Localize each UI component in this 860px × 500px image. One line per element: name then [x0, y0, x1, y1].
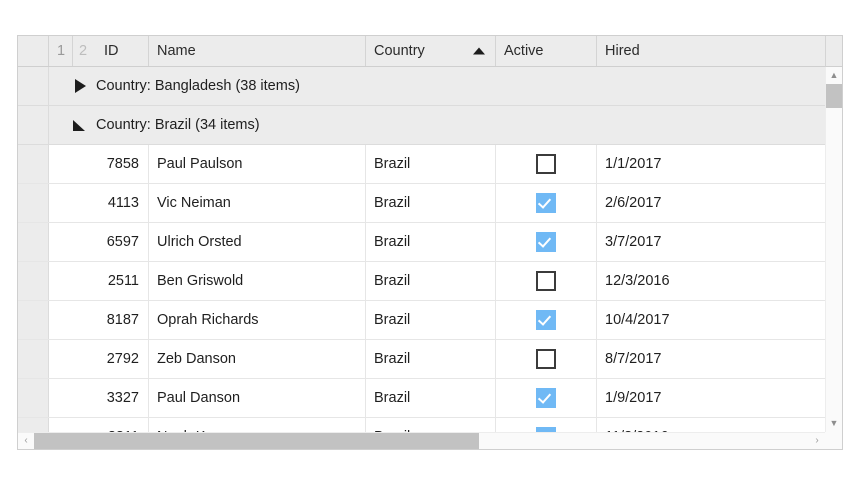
sort-ascending-icon — [473, 47, 485, 55]
cell-active[interactable] — [496, 145, 597, 183]
cell-active[interactable] — [496, 340, 597, 378]
horizontal-scrollbar-thumb[interactable] — [34, 433, 479, 449]
header-scrollbar-cap — [825, 36, 842, 67]
cell-id: 7858 — [96, 145, 149, 183]
cell-id: 2792 — [96, 340, 149, 378]
checkbox-unchecked-icon[interactable] — [536, 154, 556, 174]
group-row[interactable]: Country: Brazil (34 items) — [18, 106, 842, 145]
header-column-id[interactable]: ID — [96, 36, 149, 66]
row-group-indent — [49, 223, 96, 261]
vertical-scrollbar-thumb[interactable] — [826, 84, 842, 108]
group-collapse-triangle-icon[interactable] — [73, 118, 87, 132]
row-group-indent — [49, 379, 96, 417]
cell-active[interactable] — [496, 262, 597, 300]
cell-name: Oprah Richards — [149, 301, 366, 339]
cell-name: Ulrich Orsted — [149, 223, 366, 261]
cell-country: Brazil — [366, 301, 496, 339]
header-column-hired[interactable]: Hired — [597, 36, 823, 66]
table-row[interactable]: 4113 Vic Neiman Brazil 2/6/2017 — [18, 184, 842, 223]
checkbox-checked-icon[interactable] — [536, 232, 556, 252]
row-indicator-cell[interactable] — [18, 223, 49, 261]
group-row-indicator — [18, 67, 49, 105]
cell-hired: 3/7/2017 — [605, 234, 662, 250]
cell-hired: 2/6/2017 — [605, 195, 662, 211]
cell-country: Brazil — [366, 262, 496, 300]
data-grid[interactable]: 1 2 ID Name Country Active Hired Country… — [17, 35, 843, 450]
vertical-scrollbar[interactable]: ▲ ▼ — [825, 67, 842, 432]
chevron-up-icon[interactable]: ▲ — [826, 67, 842, 84]
cell-id: 4113 — [96, 184, 149, 222]
cell-id: 3327 — [96, 379, 149, 417]
row-indicator-cell[interactable] — [18, 184, 49, 222]
row-indicator-cell[interactable] — [18, 340, 49, 378]
group-row-label: Country: Bangladesh (38 items) — [96, 78, 300, 94]
cell-name: Vic Neiman — [149, 184, 366, 222]
grid-body: Country: Bangladesh (38 items) Country: B… — [18, 67, 842, 449]
cell-country: Brazil — [366, 184, 496, 222]
cell-country: Brazil — [366, 223, 496, 261]
row-group-indent — [49, 145, 96, 183]
horizontal-scrollbar[interactable]: ‹ › — [18, 432, 825, 449]
cell-name: Ben Griswold — [149, 262, 366, 300]
cell-country: Brazil — [366, 145, 496, 183]
cell-country: Brazil — [366, 340, 496, 378]
cell-id: 8187 — [96, 301, 149, 339]
cell-active[interactable] — [496, 301, 597, 339]
cell-name: Zeb Danson — [149, 340, 366, 378]
checkbox-unchecked-icon[interactable] — [536, 349, 556, 369]
chevron-left-icon[interactable]: ‹ — [18, 433, 34, 449]
row-group-indent — [49, 301, 96, 339]
group-row[interactable]: Country: Bangladesh (38 items) — [18, 67, 842, 106]
cell-hired: 12/3/2016 — [605, 273, 670, 289]
checkbox-checked-icon[interactable] — [536, 388, 556, 408]
table-row[interactable]: 8187 Oprah Richards Brazil 10/4/2017 — [18, 301, 842, 340]
row-group-indent — [49, 340, 96, 378]
chevron-right-icon[interactable]: › — [809, 433, 825, 449]
header-group-level-2[interactable]: 2 — [73, 36, 96, 66]
cell-id: 2511 — [96, 262, 149, 300]
cell-active[interactable] — [496, 184, 597, 222]
row-indicator-cell[interactable] — [18, 301, 49, 339]
cell-hired: 1/1/2017 — [605, 156, 662, 172]
cell-id: 6597 — [96, 223, 149, 261]
group-row-label: Country: Brazil (34 items) — [96, 117, 260, 133]
header-row-indicator — [18, 36, 49, 66]
checkbox-checked-icon[interactable] — [536, 310, 556, 330]
row-group-indent — [49, 262, 96, 300]
table-row[interactable]: 2511 Ben Griswold Brazil 12/3/2016 — [18, 262, 842, 301]
group-row-content[interactable]: Country: Brazil (34 items) — [49, 106, 842, 144]
header-group-level-1[interactable]: 1 — [49, 36, 73, 66]
cell-active[interactable] — [496, 223, 597, 261]
cell-hired: 1/9/2017 — [605, 390, 662, 406]
row-group-indent — [49, 184, 96, 222]
cell-hired: 10/4/2017 — [605, 312, 670, 328]
group-row-indicator — [18, 106, 49, 144]
cell-active[interactable] — [496, 379, 597, 417]
header-column-name[interactable]: Name — [149, 36, 366, 66]
cell-hired: 8/7/2017 — [605, 351, 662, 367]
group-row-content[interactable]: Country: Bangladesh (38 items) — [49, 67, 842, 105]
grid-header-row: 1 2 ID Name Country Active Hired — [18, 36, 842, 67]
row-indicator-cell[interactable] — [18, 145, 49, 183]
header-column-active[interactable]: Active — [496, 36, 597, 66]
cell-name: Paul Danson — [149, 379, 366, 417]
header-column-country-label: Country — [374, 43, 425, 59]
cell-name: Paul Paulson — [149, 145, 366, 183]
table-row[interactable]: 7858 Paul Paulson Brazil 1/1/2017 — [18, 145, 842, 184]
checkbox-checked-icon[interactable] — [536, 193, 556, 213]
row-indicator-cell[interactable] — [18, 379, 49, 417]
group-expand-triangle-icon[interactable] — [73, 79, 87, 93]
table-row[interactable]: 6597 Ulrich Orsted Brazil 3/7/2017 — [18, 223, 842, 262]
table-row[interactable]: 2792 Zeb Danson Brazil 8/7/2017 — [18, 340, 842, 379]
header-column-country[interactable]: Country — [366, 36, 496, 66]
row-indicator-cell[interactable] — [18, 262, 49, 300]
chevron-down-icon[interactable]: ▼ — [826, 415, 842, 432]
table-row[interactable]: 3327 Paul Danson Brazil 1/9/2017 — [18, 379, 842, 418]
scrollbar-corner — [825, 432, 842, 449]
checkbox-unchecked-icon[interactable] — [536, 271, 556, 291]
cell-country: Brazil — [366, 379, 496, 417]
